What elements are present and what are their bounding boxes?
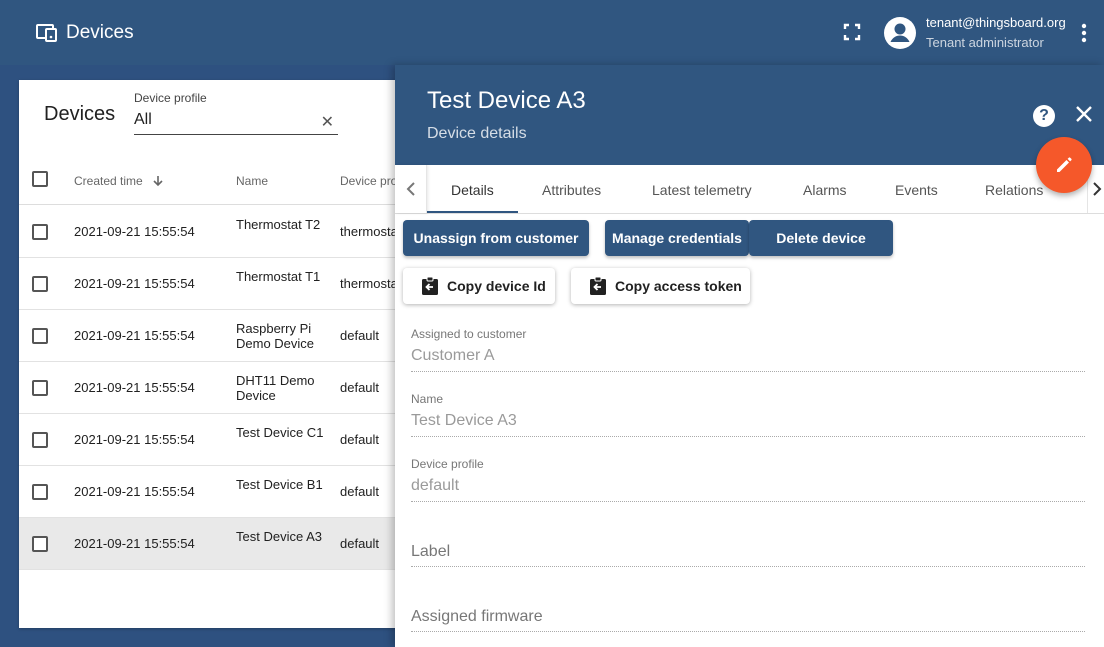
- device-profile-filter-value: All: [134, 111, 152, 128]
- chevron-left-icon[interactable]: [395, 165, 427, 213]
- unassign-from-customer-button[interactable]: Unassign from customer: [403, 220, 589, 256]
- row-name: Test Device B1: [236, 477, 323, 492]
- table-row[interactable]: 2021-09-21 15:55:54 DHT11 Demo Device de…: [19, 362, 419, 414]
- row-device-profile: default: [340, 536, 380, 551]
- row-device-profile: thermosta: [340, 276, 398, 291]
- clipboard-arrow-icon: [590, 276, 606, 295]
- row-device-profile: default: [340, 328, 380, 343]
- label-field[interactable]: Label: [411, 518, 1085, 567]
- name-value: Test Device A3: [411, 412, 517, 429]
- device-profile-filter-label: Device profile: [134, 91, 207, 105]
- app-title: Devices: [36, 22, 134, 44]
- row-device-profile: default: [340, 484, 380, 499]
- row-checkbox[interactable]: [32, 484, 48, 500]
- row-created-time: 2021-09-21 15:55:54: [74, 484, 195, 499]
- tab-alarms[interactable]: Alarms: [803, 182, 847, 198]
- tab-details[interactable]: Details: [451, 182, 494, 198]
- row-created-time: 2021-09-21 15:55:54: [74, 380, 195, 395]
- user-role: Tenant administrator: [926, 35, 1044, 50]
- row-created-time: 2021-09-21 15:55:54: [74, 276, 195, 291]
- row-created-time: 2021-09-21 15:55:54: [74, 432, 195, 447]
- name-label: Name: [411, 392, 444, 406]
- device-profile-filter[interactable]: All ✕: [134, 108, 338, 135]
- app-title-text: Devices: [66, 22, 134, 43]
- assigned-customer-label: Assigned to customer: [411, 327, 527, 341]
- active-tab-indicator: [427, 211, 518, 213]
- row-name: Test Device C1: [236, 425, 324, 440]
- row-created-time: 2021-09-21 15:55:54: [74, 536, 195, 551]
- details-header: Test Device A3 Device details ?: [395, 65, 1104, 165]
- row-checkbox[interactable]: [32, 536, 48, 552]
- devices-list-card: Devices Device profile All ✕ Created tim…: [19, 80, 419, 628]
- name-field[interactable]: Name Test Device A3: [411, 388, 1085, 437]
- clear-icon[interactable]: ✕: [321, 112, 334, 132]
- column-name[interactable]: Name: [236, 174, 268, 188]
- copy-access-token-button[interactable]: Copy access token: [571, 268, 750, 304]
- more-vert-icon[interactable]: [1075, 21, 1093, 45]
- tab-relations[interactable]: Relations: [985, 182, 1043, 198]
- assigned-customer-field: Assigned to customer Customer A: [411, 323, 1085, 372]
- row-checkbox[interactable]: [32, 224, 48, 240]
- row-name: Test Device A3: [236, 529, 322, 544]
- row-checkbox[interactable]: [32, 432, 48, 448]
- table-row[interactable]: 2021-09-21 15:55:54 Test Device C1 defau…: [19, 414, 419, 466]
- copy-device-id-button[interactable]: Copy device Id: [403, 268, 555, 304]
- user-email: tenant@thingsboard.org: [926, 15, 1066, 30]
- row-created-time: 2021-09-21 15:55:54: [74, 224, 195, 239]
- device-details-panel: Test Device A3 Device details ? Details …: [395, 65, 1104, 647]
- row-device-profile: default: [340, 432, 380, 447]
- table-header: Created time Name Device pro: [19, 153, 419, 205]
- tab-events[interactable]: Events: [895, 182, 938, 198]
- details-title: Test Device A3: [427, 87, 586, 114]
- device-profile-value: default: [411, 477, 460, 494]
- select-all-checkbox[interactable]: [32, 171, 48, 187]
- tab-latest-telemetry[interactable]: Latest telemetry: [652, 182, 752, 198]
- row-checkbox[interactable]: [32, 276, 48, 292]
- row-name: Raspberry Pi Demo Device: [236, 321, 315, 351]
- help-icon[interactable]: ?: [1033, 105, 1055, 127]
- tab-attributes[interactable]: Attributes: [542, 182, 601, 198]
- device-profile-label: Device profile: [411, 457, 484, 471]
- table-row[interactable]: 2021-09-21 15:55:54 Test Device B1 defau…: [19, 466, 419, 518]
- devices-icon: [36, 24, 57, 42]
- assigned-firmware-field[interactable]: Assigned firmware: [411, 583, 1085, 632]
- row-name: DHT11 Demo Device: [236, 373, 315, 403]
- assigned-firmware-placeholder: Assigned firmware: [411, 608, 543, 625]
- delete-device-button[interactable]: Delete device: [749, 220, 893, 256]
- edit-fab-button[interactable]: [1036, 137, 1092, 193]
- label-placeholder: Label: [411, 543, 451, 560]
- row-created-time: 2021-09-21 15:55:54: [74, 328, 195, 343]
- details-subtitle: Device details: [427, 125, 527, 142]
- table-row[interactable]: 2021-09-21 15:55:54 Raspberry Pi Demo De…: [19, 310, 419, 362]
- table-row-selected[interactable]: 2021-09-21 15:55:54 Test Device A3 defau…: [19, 518, 419, 570]
- fullscreen-icon[interactable]: [843, 23, 861, 41]
- row-device-profile: thermosta: [340, 224, 398, 239]
- list-title: Devices: [44, 103, 116, 125]
- table-row[interactable]: 2021-09-21 15:55:54 Thermostat T1 thermo…: [19, 258, 419, 310]
- tab-bar: Details Attributes Latest telemetry Alar…: [395, 165, 1104, 214]
- close-icon[interactable]: [1075, 105, 1093, 123]
- manage-credentials-button[interactable]: Manage credentials: [605, 220, 749, 256]
- device-profile-field[interactable]: Device profile default: [411, 453, 1085, 502]
- column-device-profile[interactable]: Device pro: [340, 174, 397, 188]
- row-checkbox[interactable]: [32, 380, 48, 396]
- row-device-profile: default: [340, 380, 380, 395]
- row-name: Thermostat T1: [236, 269, 321, 284]
- table-row[interactable]: 2021-09-21 15:55:54 Thermostat T2 thermo…: [19, 206, 419, 258]
- account-circle-icon[interactable]: [884, 17, 916, 49]
- copy-device-id-label: Copy device Id: [447, 278, 546, 294]
- arrow-down-icon: [153, 176, 163, 187]
- row-name: Thermostat T2: [236, 217, 321, 232]
- assigned-customer-value: Customer A: [411, 347, 495, 364]
- edit-pencil-icon: [1057, 157, 1072, 172]
- column-created-time[interactable]: Created time: [74, 174, 164, 188]
- top-toolbar: Devices tenant@thingsboard.org Tenant ad…: [0, 0, 1104, 65]
- copy-access-token-label: Copy access token: [615, 278, 742, 294]
- row-checkbox[interactable]: [32, 328, 48, 344]
- clipboard-arrow-icon: [422, 276, 438, 295]
